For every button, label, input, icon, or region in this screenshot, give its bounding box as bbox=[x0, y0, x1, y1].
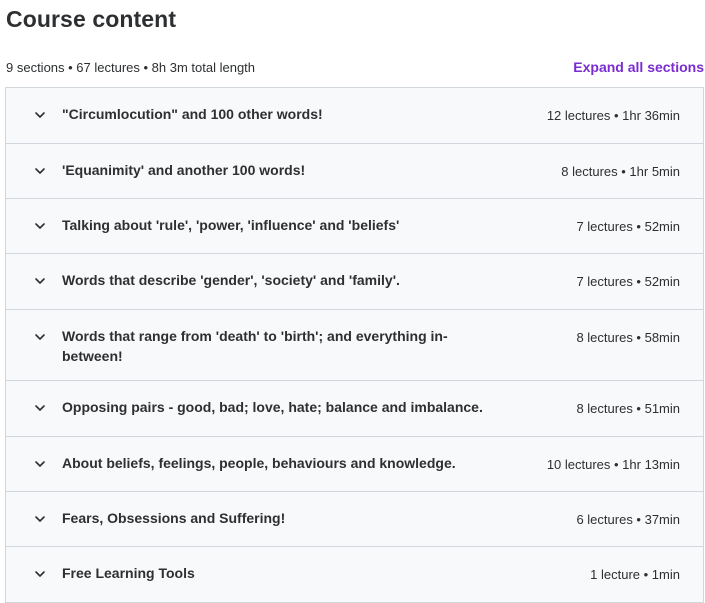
section-meta: 8 lectures • 1hr 5min bbox=[561, 164, 680, 179]
course-summary-row: 9 sections • 67 lectures • 8h 3m total l… bbox=[6, 57, 705, 77]
chevron-down-icon bbox=[33, 567, 47, 581]
chevron-down-icon bbox=[33, 330, 47, 344]
section-meta: 7 lectures • 52min bbox=[576, 274, 680, 289]
section-meta: 8 lectures • 51min bbox=[576, 401, 680, 416]
section-title: Talking about 'rule', 'power, 'influence… bbox=[62, 217, 400, 233]
section-item[interactable]: Words that describe 'gender', 'society' … bbox=[6, 254, 703, 310]
section-title: Fears, Obsessions and Suffering! bbox=[62, 510, 286, 526]
section-title: Free Learning Tools bbox=[62, 565, 195, 581]
section-item[interactable]: Opposing pairs - good, bad; love, hate; … bbox=[6, 381, 703, 437]
section-meta: 6 lectures • 37min bbox=[576, 512, 680, 527]
section-item[interactable]: Talking about 'rule', 'power, 'influence… bbox=[6, 199, 703, 254]
section-item[interactable]: Fears, Obsessions and Suffering! 6 lectu… bbox=[6, 492, 703, 547]
expand-all-sections-button[interactable]: Expand all sections bbox=[573, 59, 704, 75]
section-title: Words that range from 'death' to 'birth'… bbox=[62, 328, 448, 364]
section-item[interactable]: Words that range from 'death' to 'birth'… bbox=[6, 310, 703, 381]
chevron-down-icon bbox=[33, 164, 47, 178]
course-summary: 9 sections • 67 lectures • 8h 3m total l… bbox=[6, 59, 256, 75]
section-title: About beliefs, feelings, people, behavio… bbox=[62, 455, 456, 471]
section-list: "Circumlocution" and 100 other words! 12… bbox=[5, 87, 704, 603]
section-item[interactable]: Free Learning Tools 1 lecture • 1min bbox=[6, 547, 703, 602]
section-title: 'Equanimity' and another 100 words! bbox=[62, 162, 306, 178]
chevron-down-icon bbox=[33, 512, 47, 526]
chevron-down-icon bbox=[33, 108, 47, 122]
section-meta: 10 lectures • 1hr 13min bbox=[546, 457, 680, 472]
course-content-panel: Course content 9 sections • 67 lectures … bbox=[0, 0, 705, 603]
chevron-down-icon bbox=[33, 274, 47, 288]
chevron-down-icon bbox=[33, 457, 47, 471]
section-item[interactable]: "Circumlocution" and 100 other words! 12… bbox=[6, 88, 703, 144]
section-title: "Circumlocution" and 100 other words! bbox=[62, 106, 323, 122]
section-title: Words that describe 'gender', 'society' … bbox=[62, 272, 400, 288]
section-title: Opposing pairs - good, bad; love, hate; … bbox=[62, 399, 483, 415]
section-item[interactable]: 'Equanimity' and another 100 words! 8 le… bbox=[6, 144, 703, 199]
section-item[interactable]: About beliefs, feelings, people, behavio… bbox=[6, 437, 703, 492]
section-meta: 8 lectures • 58min bbox=[576, 330, 680, 345]
section-meta: 1 lecture • 1min bbox=[590, 567, 680, 582]
chevron-down-icon bbox=[33, 219, 47, 233]
page-title: Course content bbox=[6, 6, 177, 32]
section-meta: 12 lectures • 1hr 36min bbox=[546, 108, 680, 123]
section-meta: 7 lectures • 52min bbox=[576, 219, 680, 234]
chevron-down-icon bbox=[33, 401, 47, 415]
